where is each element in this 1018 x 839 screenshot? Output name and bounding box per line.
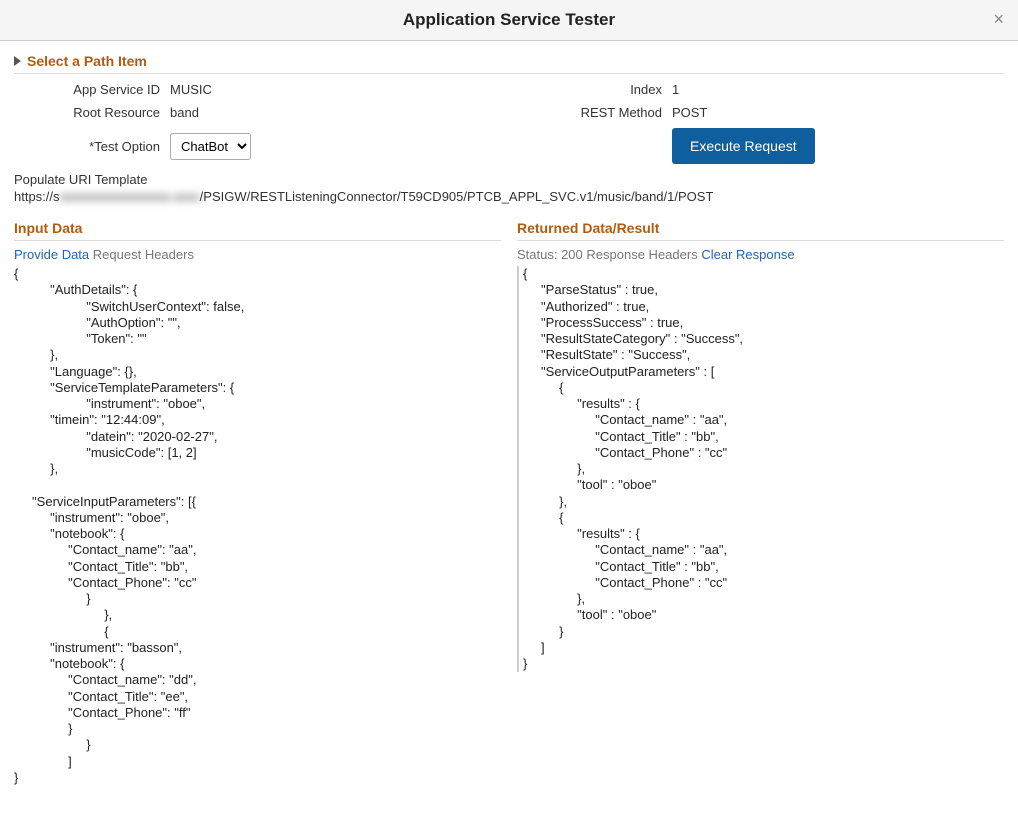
response-headers-link[interactable]: Response Headers [586, 247, 697, 262]
request-headers-link[interactable]: Request Headers [93, 247, 194, 262]
test-option-label: *Test Option [14, 139, 170, 154]
uri-section: Populate URI Template https://sxxxxxxxxx… [14, 172, 1004, 204]
app-service-id-label: App Service ID [14, 82, 170, 97]
result-links: Status: 200 Response Headers Clear Respo… [517, 247, 1004, 262]
clear-response-link[interactable]: Clear Response [701, 247, 794, 262]
form-row-1: App Service ID MUSIC Index 1 [14, 82, 1004, 97]
uri-template-label: Populate URI Template [14, 172, 1004, 187]
uri-prefix: https://s [14, 189, 60, 204]
result-title: Returned Data/Result [517, 220, 1004, 241]
uri-suffix: /PSIGW/RESTListeningConnector/T59CD905/P… [200, 189, 714, 204]
result-panel: Returned Data/Result Status: 200 Respons… [517, 220, 1004, 786]
form-row-3: *Test Option ChatBot Execute Request [14, 128, 1004, 164]
result-json-area[interactable]: { "ParseStatus" : true, "Authorized" : t… [517, 266, 1004, 672]
form-row-2: Root Resource band REST Method POST [14, 105, 1004, 120]
execute-request-button[interactable]: Execute Request [672, 128, 815, 164]
input-data-title: Input Data [14, 220, 501, 241]
panels: Input Data Provide Data Request Headers … [14, 220, 1004, 786]
rest-method-label: REST Method [494, 105, 672, 120]
input-panel: Input Data Provide Data Request Headers … [14, 220, 501, 786]
app-service-id-value: MUSIC [170, 82, 212, 97]
select-path-item-toggle[interactable]: Select a Path Item [14, 53, 1004, 74]
rest-method-value: POST [672, 105, 707, 120]
test-option-select[interactable]: ChatBot [170, 133, 251, 160]
index-label: Index [494, 82, 672, 97]
provide-data-link[interactable]: Provide Data [14, 247, 89, 262]
page-title: Application Service Tester [403, 10, 615, 30]
input-links: Provide Data Request Headers [14, 247, 501, 262]
app-header: Application Service Tester × [0, 0, 1018, 41]
root-resource-value: band [170, 105, 199, 120]
content-area: Select a Path Item App Service ID MUSIC … [0, 41, 1018, 798]
index-value: 1 [672, 82, 679, 97]
root-resource-label: Root Resource [14, 105, 170, 120]
close-icon[interactable]: × [993, 10, 1004, 28]
input-json-area[interactable]: { "AuthDetails": { "SwitchUserContext": … [14, 266, 501, 786]
uri-blurred: xxxxxxxxxxxxxxxxx.xxxx [60, 189, 200, 204]
chevron-right-icon [14, 56, 21, 66]
select-path-item-label: Select a Path Item [27, 53, 147, 69]
status-label: Status: 200 [517, 247, 583, 262]
uri-template-value: https://sxxxxxxxxxxxxxxxxx.xxxx/PSIGW/RE… [14, 189, 1004, 204]
